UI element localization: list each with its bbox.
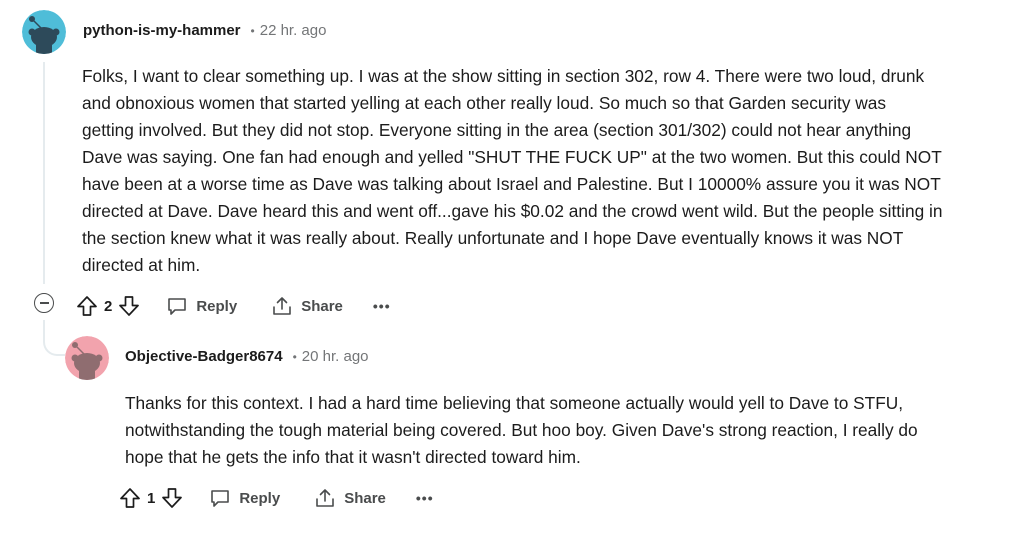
reply-connector-line xyxy=(43,320,65,356)
comment-body: Folks, I want to clear something up. I w… xyxy=(82,63,942,279)
upvote-arrow-icon xyxy=(77,296,97,316)
more-options-button[interactable]: ••• xyxy=(416,490,434,506)
comment-meta: python-is-my-hammer • 22 hr. ago xyxy=(83,22,326,39)
downvote-arrow-icon xyxy=(162,488,183,508)
minus-circle-icon xyxy=(39,302,49,304)
reply-button[interactable]: Reply xyxy=(209,487,280,509)
username[interactable]: python-is-my-hammer xyxy=(83,22,241,39)
vote-count: 2 xyxy=(104,297,113,315)
downvote-arrow-icon xyxy=(119,296,140,316)
comment-actions: 1 Reply Share ••• xyxy=(119,482,434,514)
upvote-button[interactable] xyxy=(76,295,98,317)
snoo-avatar-icon xyxy=(65,336,109,380)
comment-body: Thanks for this context. I had a hard ti… xyxy=(125,390,918,471)
avatar[interactable] xyxy=(22,10,66,54)
comment-line: hope that he gets the info that it wasn'… xyxy=(125,447,581,467)
username[interactable]: Objective-Badger8674 xyxy=(125,348,283,365)
timestamp[interactable]: 20 hr. ago xyxy=(302,348,369,365)
more-options-button[interactable]: ••• xyxy=(373,298,391,314)
separator-dot: • xyxy=(250,23,255,38)
collapse-thread-button[interactable] xyxy=(34,293,54,313)
share-label: Share xyxy=(301,297,343,315)
snoo-avatar-icon xyxy=(22,10,66,54)
upvote-arrow-icon xyxy=(120,488,140,508)
avatar[interactable] xyxy=(65,336,109,380)
comment-line: getting involved. But they did not stop.… xyxy=(82,120,912,140)
comment-actions: 2 Reply Share ••• xyxy=(76,290,391,322)
comment-line: Folks, I want to clear something up. I w… xyxy=(82,66,925,86)
share-button[interactable]: Share xyxy=(271,295,343,317)
share-upload-icon xyxy=(316,489,335,507)
reply-button[interactable]: Reply xyxy=(166,295,237,317)
downvote-button[interactable] xyxy=(118,295,140,317)
upvote-button[interactable] xyxy=(119,487,141,509)
speech-bubble-icon xyxy=(168,298,187,315)
timestamp[interactable]: 22 hr. ago xyxy=(260,22,327,39)
comment-line: have been at a worse time as Dave was ta… xyxy=(82,174,941,194)
comment-line: and obnoxious women that started yelling… xyxy=(82,93,887,113)
speech-bubble-icon xyxy=(211,490,230,507)
comment-line: Thanks for this context. I had a hard ti… xyxy=(125,393,904,413)
comment-line: directed at Dave. Dave heard this and we… xyxy=(82,201,943,221)
thread-line[interactable] xyxy=(43,62,45,284)
comment-line: the section knew what it was really abou… xyxy=(82,228,904,248)
share-button[interactable]: Share xyxy=(314,487,386,509)
comment-meta: Objective-Badger8674 • 20 hr. ago xyxy=(125,348,369,365)
share-label: Share xyxy=(344,489,386,507)
separator-dot: • xyxy=(292,349,297,364)
comment-line: notwithstanding the tough material being… xyxy=(125,420,918,440)
reply-label: Reply xyxy=(196,297,238,315)
comment-line: directed at him. xyxy=(82,255,201,275)
share-upload-icon xyxy=(273,297,292,315)
downvote-button[interactable] xyxy=(161,487,183,509)
reply-label: Reply xyxy=(239,489,281,507)
vote-count: 1 xyxy=(147,489,156,507)
comment-line: Dave was saying. One fan had enough and … xyxy=(82,147,942,167)
